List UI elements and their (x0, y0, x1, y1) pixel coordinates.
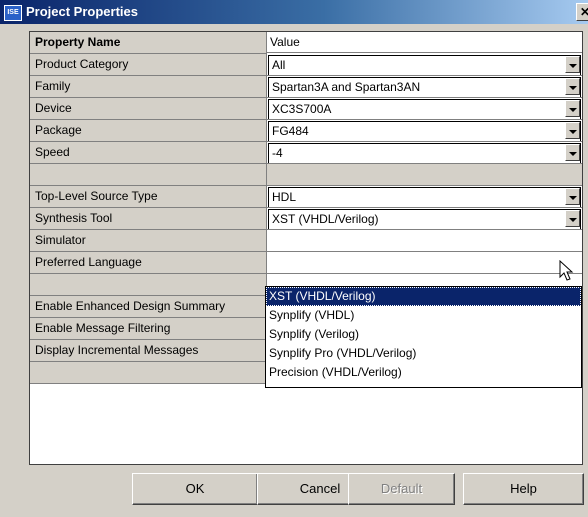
property-combo[interactable]: All (268, 55, 581, 75)
mouse-cursor-icon (559, 260, 574, 281)
property-name (30, 164, 267, 186)
property-name (30, 362, 267, 384)
combo-value: Spartan3A and Spartan3AN (272, 80, 421, 94)
property-name: Enable Enhanced Design Summary (30, 296, 267, 318)
property-combo[interactable]: XC3S700A (268, 99, 581, 119)
property-value[interactable]: XST (VHDL/Verilog) (267, 208, 582, 230)
header-property-name: Property Name (30, 32, 267, 54)
combo-value: HDL (272, 190, 297, 204)
property-value[interactable]: HDL (267, 186, 582, 208)
combo-value: XST (VHDL/Verilog) (272, 212, 379, 226)
property-combo[interactable]: FG484 (268, 121, 581, 141)
dropdown-option[interactable]: Synplify (Verilog) (266, 325, 581, 344)
property-value[interactable]: FG484 (267, 120, 582, 142)
chevron-down-icon[interactable] (565, 100, 580, 117)
property-row-device: Device XC3S700A (30, 98, 582, 120)
property-name: Family (30, 76, 267, 98)
ok-button[interactable]: OK (132, 473, 258, 505)
window-title: Project Properties (26, 4, 138, 19)
property-value[interactable]: -4 (267, 142, 582, 164)
property-value[interactable]: All (267, 54, 582, 76)
header-value: Value (267, 32, 582, 53)
dropdown-option[interactable]: Precision (VHDL/Verilog) (266, 363, 581, 382)
combo-value: All (272, 58, 286, 72)
chevron-down-icon[interactable] (565, 122, 580, 139)
dropdown-option[interactable]: XST (VHDL/Verilog) (266, 287, 581, 306)
default-button[interactable]: Default (348, 473, 455, 505)
property-combo[interactable]: XST (VHDL/Verilog) (268, 209, 581, 229)
property-value (267, 252, 582, 274)
property-row-synthesis-tool: Synthesis Tool XST (VHDL/Verilog) (30, 208, 582, 230)
property-grid: Property Name Value Product Category All F… (29, 31, 583, 465)
property-name (30, 274, 267, 296)
combo-value: FG484 (272, 124, 309, 138)
property-name: Synthesis Tool (30, 208, 267, 230)
close-icon[interactable]: ✕ (576, 3, 588, 21)
property-value[interactable]: XC3S700A (267, 98, 582, 120)
property-name: Speed (30, 142, 267, 164)
chevron-down-icon[interactable] (565, 56, 580, 73)
property-name: Enable Message Filtering (30, 318, 267, 340)
property-combo[interactable]: Spartan3A and Spartan3AN (268, 77, 581, 97)
dropdown-option[interactable]: Synplify Pro (VHDL/Verilog) (266, 344, 581, 363)
property-row-simulator: Simulator (30, 230, 582, 252)
property-name: Display Incremental Messages (30, 340, 267, 362)
property-row-product-category: Product Category All (30, 54, 582, 76)
property-name: Top-Level Source Type (30, 186, 267, 208)
property-name: Package (30, 120, 267, 142)
property-name: Product Category (30, 54, 267, 76)
grid-header: Property Name Value (30, 32, 582, 54)
help-button[interactable]: Help (463, 473, 584, 505)
property-combo[interactable]: HDL (268, 187, 581, 207)
dropdown-option[interactable]: Synplify (VHDL) (266, 306, 581, 325)
property-combo[interactable]: -4 (268, 143, 581, 163)
chevron-down-icon[interactable] (565, 144, 580, 161)
property-value (267, 230, 582, 252)
title-bar: ISE Project Properties ✕ (0, 0, 588, 24)
property-value[interactable]: Spartan3A and Spartan3AN (267, 76, 582, 98)
property-name: Simulator (30, 230, 267, 252)
property-row-empty (30, 164, 582, 186)
app-icon: ISE (4, 5, 22, 21)
property-row-top-level-source-type: Top-Level Source Type HDL (30, 186, 582, 208)
property-value (267, 164, 582, 186)
property-row-family: Family Spartan3A and Spartan3AN (30, 76, 582, 98)
chevron-down-icon[interactable] (565, 210, 580, 227)
combo-value: XC3S700A (272, 102, 332, 116)
property-row-package: Package FG484 (30, 120, 582, 142)
property-row-preferred-language: Preferred Language (30, 252, 582, 274)
synthesis-tool-dropdown-list[interactable]: XST (VHDL/Verilog) Synplify (VHDL) Synplif… (265, 286, 582, 388)
chevron-down-icon[interactable] (565, 188, 580, 205)
property-name: Preferred Language (30, 252, 267, 274)
chevron-down-icon[interactable] (565, 78, 580, 95)
property-name: Device (30, 98, 267, 120)
property-row-speed: Speed -4 (30, 142, 582, 164)
combo-value: -4 (272, 146, 283, 160)
